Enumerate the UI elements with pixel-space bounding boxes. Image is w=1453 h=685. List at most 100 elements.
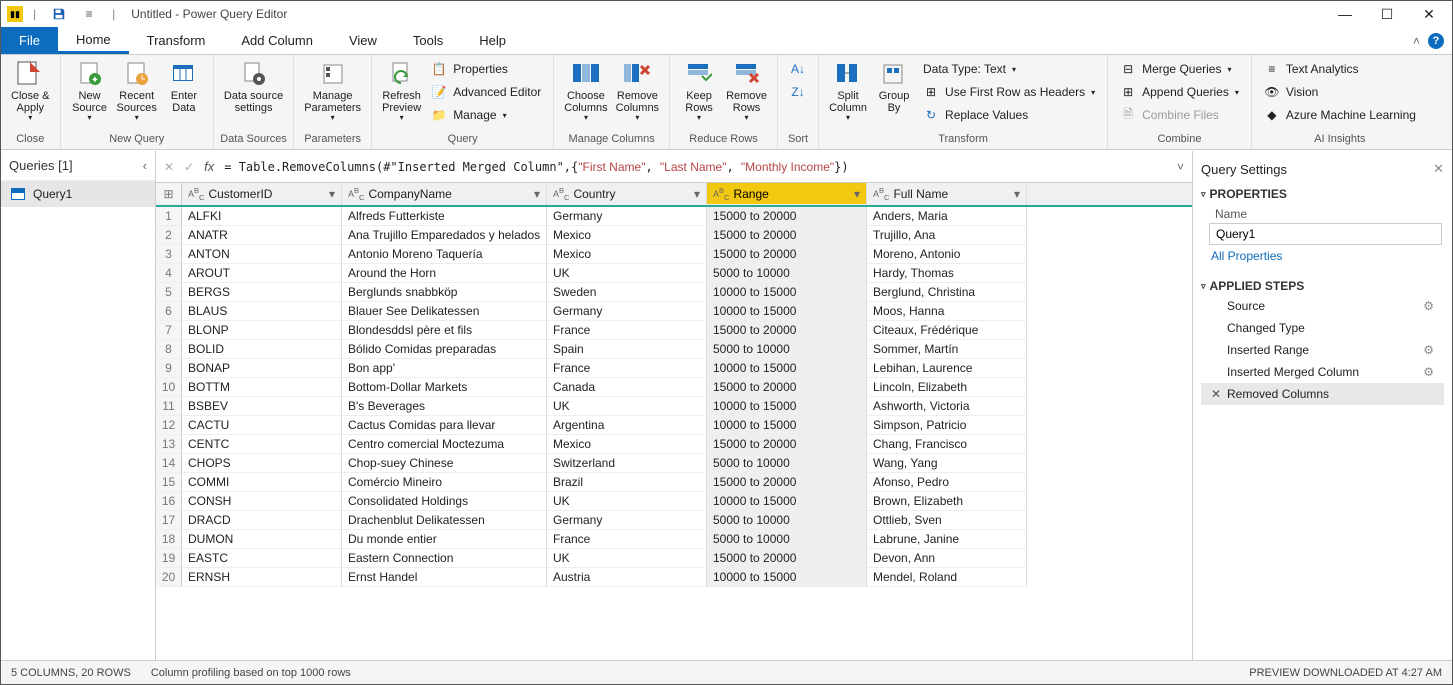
cell[interactable]: Berglund, Christina — [867, 283, 1027, 302]
table-row[interactable]: 7BLONPBlondesddsl père et filsFrance1500… — [156, 321, 1192, 340]
table-row[interactable]: 9BONAPBon app'France10000 to 15000Lebiha… — [156, 359, 1192, 378]
cell[interactable]: Anders, Maria — [867, 207, 1027, 226]
cell[interactable]: UK — [547, 264, 707, 283]
cell[interactable]: BOLID — [182, 340, 342, 359]
cell[interactable]: Consolidated Holdings — [342, 492, 547, 511]
cell[interactable]: Alfreds Futterkiste — [342, 207, 547, 226]
cell[interactable]: 5000 to 10000 — [707, 340, 867, 359]
cell[interactable]: CONSH — [182, 492, 342, 511]
cell[interactable]: Chop-suey Chinese — [342, 454, 547, 473]
cell[interactable]: 5000 to 10000 — [707, 530, 867, 549]
data-type-button[interactable]: Data Type: Text ▾ — [917, 58, 1101, 80]
cell[interactable]: 15000 to 20000 — [707, 549, 867, 568]
collapse-ribbon-icon[interactable]: ˄ — [1413, 34, 1420, 48]
cell[interactable]: BOTTM — [182, 378, 342, 397]
query-name-input[interactable] — [1209, 223, 1442, 245]
cell[interactable]: 15000 to 20000 — [707, 245, 867, 264]
cell[interactable]: Eastern Connection — [342, 549, 547, 568]
data-source-settings-button[interactable]: Data source settings — [220, 58, 287, 114]
cell[interactable]: 15000 to 20000 — [707, 207, 867, 226]
step-settings-icon[interactable]: ⚙ — [1423, 365, 1434, 379]
cell[interactable]: Mexico — [547, 435, 707, 454]
table-row[interactable]: 6BLAUSBlauer See DelikatessenGermany1000… — [156, 302, 1192, 321]
cell[interactable]: BERGS — [182, 283, 342, 302]
collapse-queries-icon[interactable]: ‹ — [143, 158, 147, 173]
step-settings-icon[interactable]: ⚙ — [1423, 343, 1434, 357]
row-number[interactable]: 16 — [156, 492, 182, 511]
cell[interactable]: AROUT — [182, 264, 342, 283]
cell[interactable]: Canada — [547, 378, 707, 397]
group-by-button[interactable]: Group By — [871, 58, 917, 114]
cell[interactable]: 10000 to 15000 — [707, 359, 867, 378]
cell[interactable]: UK — [547, 549, 707, 568]
row-number[interactable]: 2 — [156, 226, 182, 245]
cell[interactable]: CENTC — [182, 435, 342, 454]
cell[interactable]: B's Beverages — [342, 397, 547, 416]
row-number[interactable]: 20 — [156, 568, 182, 587]
cell[interactable]: 10000 to 15000 — [707, 416, 867, 435]
cell[interactable]: BLAUS — [182, 302, 342, 321]
all-properties-link[interactable]: All Properties — [1201, 245, 1444, 263]
enter-data-button[interactable]: Enter Data — [161, 58, 207, 114]
first-row-headers-button[interactable]: ⊞Use First Row as Headers ▾ — [917, 81, 1101, 103]
azure-ml-button[interactable]: ◆Azure Machine Learning — [1258, 104, 1422, 126]
tab-add-column[interactable]: Add Column — [223, 27, 331, 54]
row-number[interactable]: 1 — [156, 207, 182, 226]
cell[interactable]: DRACD — [182, 511, 342, 530]
table-row[interactable]: 13CENTCCentro comercial MoctezumaMexico1… — [156, 435, 1192, 454]
row-number[interactable]: 8 — [156, 340, 182, 359]
row-number[interactable]: 15 — [156, 473, 182, 492]
cell[interactable]: Wang, Yang — [867, 454, 1027, 473]
cell[interactable]: ANATR — [182, 226, 342, 245]
cell[interactable]: 10000 to 15000 — [707, 492, 867, 511]
cell[interactable]: Citeaux, Frédérique — [867, 321, 1027, 340]
cell[interactable]: ERNSH — [182, 568, 342, 587]
cancel-formula-icon[interactable]: ✕ — [164, 160, 174, 174]
row-number[interactable]: 13 — [156, 435, 182, 454]
cell[interactable]: Moreno, Antonio — [867, 245, 1027, 264]
recent-sources-button[interactable]: Recent Sources▾ — [113, 58, 161, 123]
applied-step[interactable]: Inserted Merged Column⚙ — [1201, 361, 1444, 383]
cell[interactable]: 15000 to 20000 — [707, 321, 867, 340]
delete-step-icon[interactable]: ✕ — [1211, 387, 1221, 401]
minimize-button[interactable]: — — [1324, 2, 1366, 26]
quick-access-dropdown[interactable]: ≡ — [76, 3, 102, 25]
cell[interactable]: Switzerland — [547, 454, 707, 473]
save-icon[interactable] — [46, 3, 72, 25]
row-number[interactable]: 7 — [156, 321, 182, 340]
cell[interactable]: Ana Trujillo Emparedados y helados — [342, 226, 547, 245]
applied-step[interactable]: ✕Removed Columns — [1201, 383, 1444, 405]
cell[interactable]: France — [547, 359, 707, 378]
cell[interactable]: Bottom-Dollar Markets — [342, 378, 547, 397]
sort-asc-button[interactable]: A↓ — [784, 58, 812, 80]
table-row[interactable]: 16CONSHConsolidated HoldingsUK10000 to 1… — [156, 492, 1192, 511]
cell[interactable]: Ottlieb, Sven — [867, 511, 1027, 530]
replace-values-button[interactable]: ↻Replace Values — [917, 104, 1101, 126]
applied-step[interactable]: Inserted Range⚙ — [1201, 339, 1444, 361]
append-queries-button[interactable]: ⊞Append Queries ▾ — [1114, 81, 1245, 103]
maximize-button[interactable]: ☐ — [1366, 2, 1408, 26]
table-row[interactable]: 17DRACDDrachenblut DelikatessenGermany50… — [156, 511, 1192, 530]
row-number[interactable]: 17 — [156, 511, 182, 530]
column-header[interactable]: ABC Full Name▾ — [867, 183, 1027, 205]
row-number[interactable]: 5 — [156, 283, 182, 302]
tab-help[interactable]: Help — [461, 27, 524, 54]
filter-dropdown-icon[interactable]: ▾ — [1010, 187, 1020, 201]
cell[interactable]: ANTON — [182, 245, 342, 264]
cell[interactable]: Afonso, Pedro — [867, 473, 1027, 492]
cell[interactable]: Austria — [547, 568, 707, 587]
close-apply-button[interactable]: Close & Apply▾ — [7, 58, 54, 123]
applied-step[interactable]: Changed Type — [1201, 317, 1444, 339]
table-row[interactable]: 2ANATRAna Trujillo Emparedados y helados… — [156, 226, 1192, 245]
properties-button[interactable]: 📋Properties — [425, 58, 547, 80]
table-row[interactable]: 19EASTCEastern ConnectionUK15000 to 2000… — [156, 549, 1192, 568]
cell[interactable]: 5000 to 10000 — [707, 264, 867, 283]
advanced-editor-button[interactable]: 📝Advanced Editor — [425, 81, 547, 103]
row-number[interactable]: 4 — [156, 264, 182, 283]
cell[interactable]: UK — [547, 492, 707, 511]
tab-home[interactable]: Home — [58, 27, 129, 54]
select-all-cell[interactable]: ⊞ — [156, 183, 182, 205]
cell[interactable]: Cactus Comidas para llevar — [342, 416, 547, 435]
cell[interactable]: Germany — [547, 511, 707, 530]
cell[interactable]: Berglunds snabbköp — [342, 283, 547, 302]
